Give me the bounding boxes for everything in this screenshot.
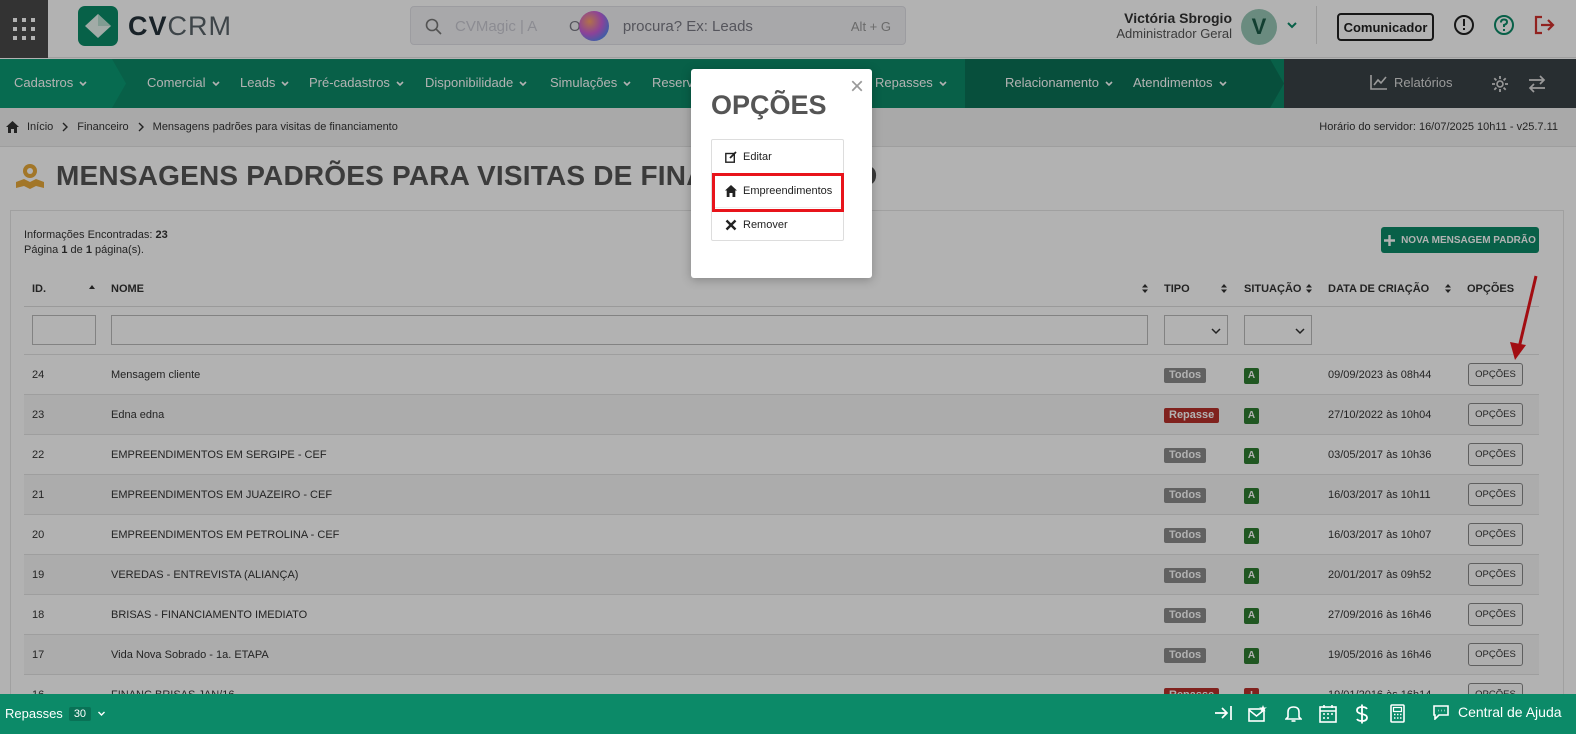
x-icon xyxy=(725,219,737,230)
edit-icon xyxy=(725,151,737,163)
mail-star-icon[interactable] xyxy=(1248,704,1268,724)
bottom-bar: Repasses 30 Central de Ajuda xyxy=(0,694,1576,734)
calculator-icon[interactable] xyxy=(1390,704,1405,723)
chat-bubble-icon xyxy=(1433,705,1449,720)
help-center-button[interactable]: Central de Ajuda xyxy=(1432,704,1562,720)
repasses-counter[interactable]: Repasses 30 xyxy=(5,706,106,721)
close-icon[interactable]: × xyxy=(850,75,864,99)
collapse-right-icon[interactable] xyxy=(1214,704,1234,722)
option-editar[interactable]: Editar xyxy=(712,140,843,174)
chevron-down-icon xyxy=(98,711,106,716)
bell-icon[interactable] xyxy=(1285,704,1302,723)
dollar-icon[interactable] xyxy=(1355,704,1369,724)
highlight-box xyxy=(712,173,844,212)
option-remover[interactable]: Remover xyxy=(712,207,843,241)
calendar-icon[interactable] xyxy=(1319,704,1337,723)
modal-title: OPÇÕES xyxy=(711,90,827,120)
